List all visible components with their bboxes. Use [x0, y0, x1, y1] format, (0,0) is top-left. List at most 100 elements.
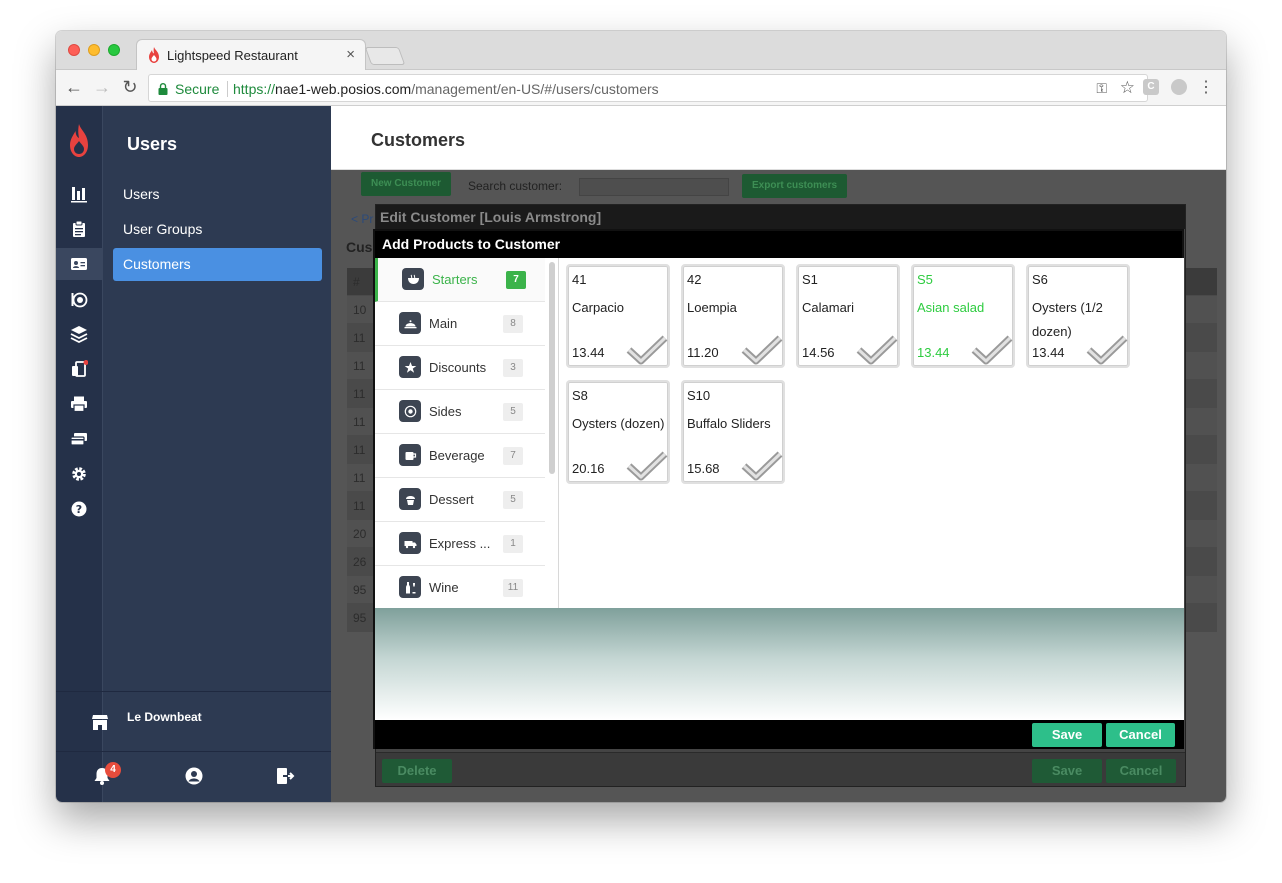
- category-count-badge: 8: [503, 315, 523, 333]
- edit-save-button[interactable]: Save: [1032, 759, 1102, 783]
- category-item-beverage[interactable]: Beverage 7: [375, 434, 545, 478]
- product-card-41[interactable]: 41 Carpacio 13.44: [566, 264, 670, 368]
- printer-icon[interactable]: [56, 388, 102, 420]
- layers-icon[interactable]: [56, 318, 102, 350]
- product-price: 13.44: [917, 345, 950, 360]
- sidebar-item-user-groups[interactable]: User Groups: [113, 213, 322, 246]
- category-item-dessert[interactable]: Dessert 5: [375, 478, 545, 522]
- forward-arrow-icon[interactable]: →: [92, 77, 112, 98]
- edit-cancel-button[interactable]: Cancel: [1106, 759, 1176, 783]
- product-card-s6[interactable]: S6 Oysters (1/2 dozen) 13.44: [1026, 264, 1130, 368]
- edit-customer-footer: Delete Save Cancel: [376, 752, 1185, 786]
- extension-c-icon[interactable]: C: [1143, 79, 1159, 95]
- store-icon: [92, 715, 108, 730]
- store-name[interactable]: Le Downbeat: [127, 710, 202, 724]
- new-tab-button[interactable]: [364, 47, 406, 65]
- product-price: 14.56: [802, 345, 835, 360]
- window-close-button[interactable]: [68, 44, 80, 56]
- product-price: 11.20: [687, 345, 719, 360]
- cup-icon: [399, 444, 421, 466]
- search-customer-input[interactable]: [579, 178, 729, 196]
- lightspeed-favicon-icon: [149, 47, 159, 63]
- clipboard-icon[interactable]: [56, 213, 102, 245]
- product-card-s5[interactable]: S5 Asian salad 13.44: [911, 264, 1015, 368]
- users-id-card-icon[interactable]: [56, 248, 102, 280]
- category-item-sides[interactable]: Sides 5: [375, 390, 545, 434]
- sidebar-title: Users: [127, 134, 178, 154]
- checkmark-icon: [741, 451, 783, 481]
- menu-plate-icon[interactable]: [56, 283, 102, 315]
- cloche-icon: [399, 312, 421, 334]
- account-avatar-icon[interactable]: [184, 766, 204, 786]
- url-path: /management/en-US/#/users/customers: [411, 81, 659, 97]
- key-icon[interactable]: ⚿: [1096, 80, 1107, 97]
- tab-title: Lightspeed Restaurant: [167, 48, 298, 63]
- product-code: S5: [917, 272, 933, 287]
- sidebar-divider: [56, 691, 332, 692]
- payment-cards-icon[interactable]: [56, 423, 102, 455]
- checkmark-icon: [626, 335, 668, 365]
- category-count-badge: 7: [506, 271, 526, 289]
- bottle-icon: [399, 576, 421, 598]
- reports-chart-icon[interactable]: [56, 178, 102, 210]
- address-bar[interactable]: Secure https://nae1-web.posios.com/manag…: [148, 74, 1148, 102]
- lightspeed-logo-icon[interactable]: [67, 124, 91, 158]
- extension-cloud-icon[interactable]: [1171, 79, 1187, 95]
- reload-icon[interactable]: ↻: [120, 77, 140, 98]
- window-minimize-button[interactable]: [88, 44, 100, 56]
- category-label: Main: [429, 316, 458, 331]
- product-price: 20.16: [572, 461, 605, 476]
- category-item-starters[interactable]: Starters 7: [375, 258, 545, 302]
- category-count-badge: 5: [503, 491, 523, 509]
- icon-rail: ?: [56, 106, 102, 802]
- product-name: Carpacio: [572, 300, 625, 315]
- truck-icon: [399, 532, 421, 554]
- category-item-wine[interactable]: Wine 11: [375, 566, 545, 608]
- sidebar-item-users[interactable]: Users: [113, 178, 322, 211]
- plate-icon: [399, 400, 421, 422]
- category-label: Discounts: [429, 360, 487, 375]
- main-content: Customers New Customer Search customer: …: [331, 106, 1226, 802]
- category-label: Dessert: [429, 492, 474, 507]
- product-card-42[interactable]: 42 Loempia 11.20: [681, 264, 785, 368]
- help-icon[interactable]: ?: [56, 493, 102, 525]
- bookmark-star-icon[interactable]: ☆: [1120, 78, 1135, 98]
- main-header: Customers: [331, 106, 1226, 170]
- category-item-discounts[interactable]: Discounts 3: [375, 346, 545, 390]
- svg-text:?: ?: [76, 503, 82, 516]
- product-name: Loempia: [687, 300, 737, 315]
- omnibox-divider: [227, 81, 228, 97]
- export-customers-button[interactable]: Export customers: [742, 174, 848, 198]
- browser-toolbar: ← → ↻ Secure https://nae1-web.posios.com…: [56, 70, 1226, 106]
- category-scrollbar[interactable]: [549, 262, 555, 474]
- add-products-footer: Save Cancel: [375, 720, 1184, 749]
- pager-previous-link[interactable]: < Pr: [351, 212, 373, 226]
- sidebar-item-customers[interactable]: Customers: [113, 248, 322, 281]
- new-customer-button[interactable]: New Customer: [361, 172, 452, 196]
- product-card-s1[interactable]: S1 Calamari 14.56: [796, 264, 900, 368]
- url-scheme: https://: [233, 81, 276, 97]
- page-title: Customers: [371, 130, 466, 150]
- product-card-s8[interactable]: S8 Oysters (dozen) 20.16: [566, 380, 670, 484]
- browser-menu-icon[interactable]: ⋮: [1198, 77, 1214, 97]
- product-code: 41: [572, 272, 587, 287]
- edit-customer-title: Edit Customer [Louis Armstrong]: [376, 205, 1185, 229]
- lock-icon: [158, 83, 168, 95]
- category-item-express[interactable]: Express ... 1: [375, 522, 545, 566]
- logout-icon[interactable]: [275, 766, 295, 786]
- delete-button[interactable]: Delete: [382, 759, 452, 783]
- product-name: Oysters (dozen): [572, 416, 665, 431]
- url-host: nae1-web.posios.com: [275, 81, 412, 97]
- category-label: Express ...: [429, 536, 491, 551]
- settings-gear-icon[interactable]: [56, 458, 102, 490]
- devices-icon[interactable]: [56, 353, 102, 385]
- back-arrow-icon[interactable]: ←: [64, 77, 84, 98]
- tab-close-icon[interactable]: ×: [346, 46, 355, 63]
- product-card-s10[interactable]: S10 Buffalo Sliders 15.68: [681, 380, 785, 484]
- product-code: S6: [1032, 272, 1048, 287]
- cancel-button[interactable]: Cancel: [1106, 723, 1175, 747]
- category-item-main[interactable]: Main 8: [375, 302, 545, 346]
- window-zoom-button[interactable]: [108, 44, 120, 56]
- save-button[interactable]: Save: [1032, 723, 1102, 747]
- browser-tab[interactable]: Lightspeed Restaurant ×: [136, 39, 366, 70]
